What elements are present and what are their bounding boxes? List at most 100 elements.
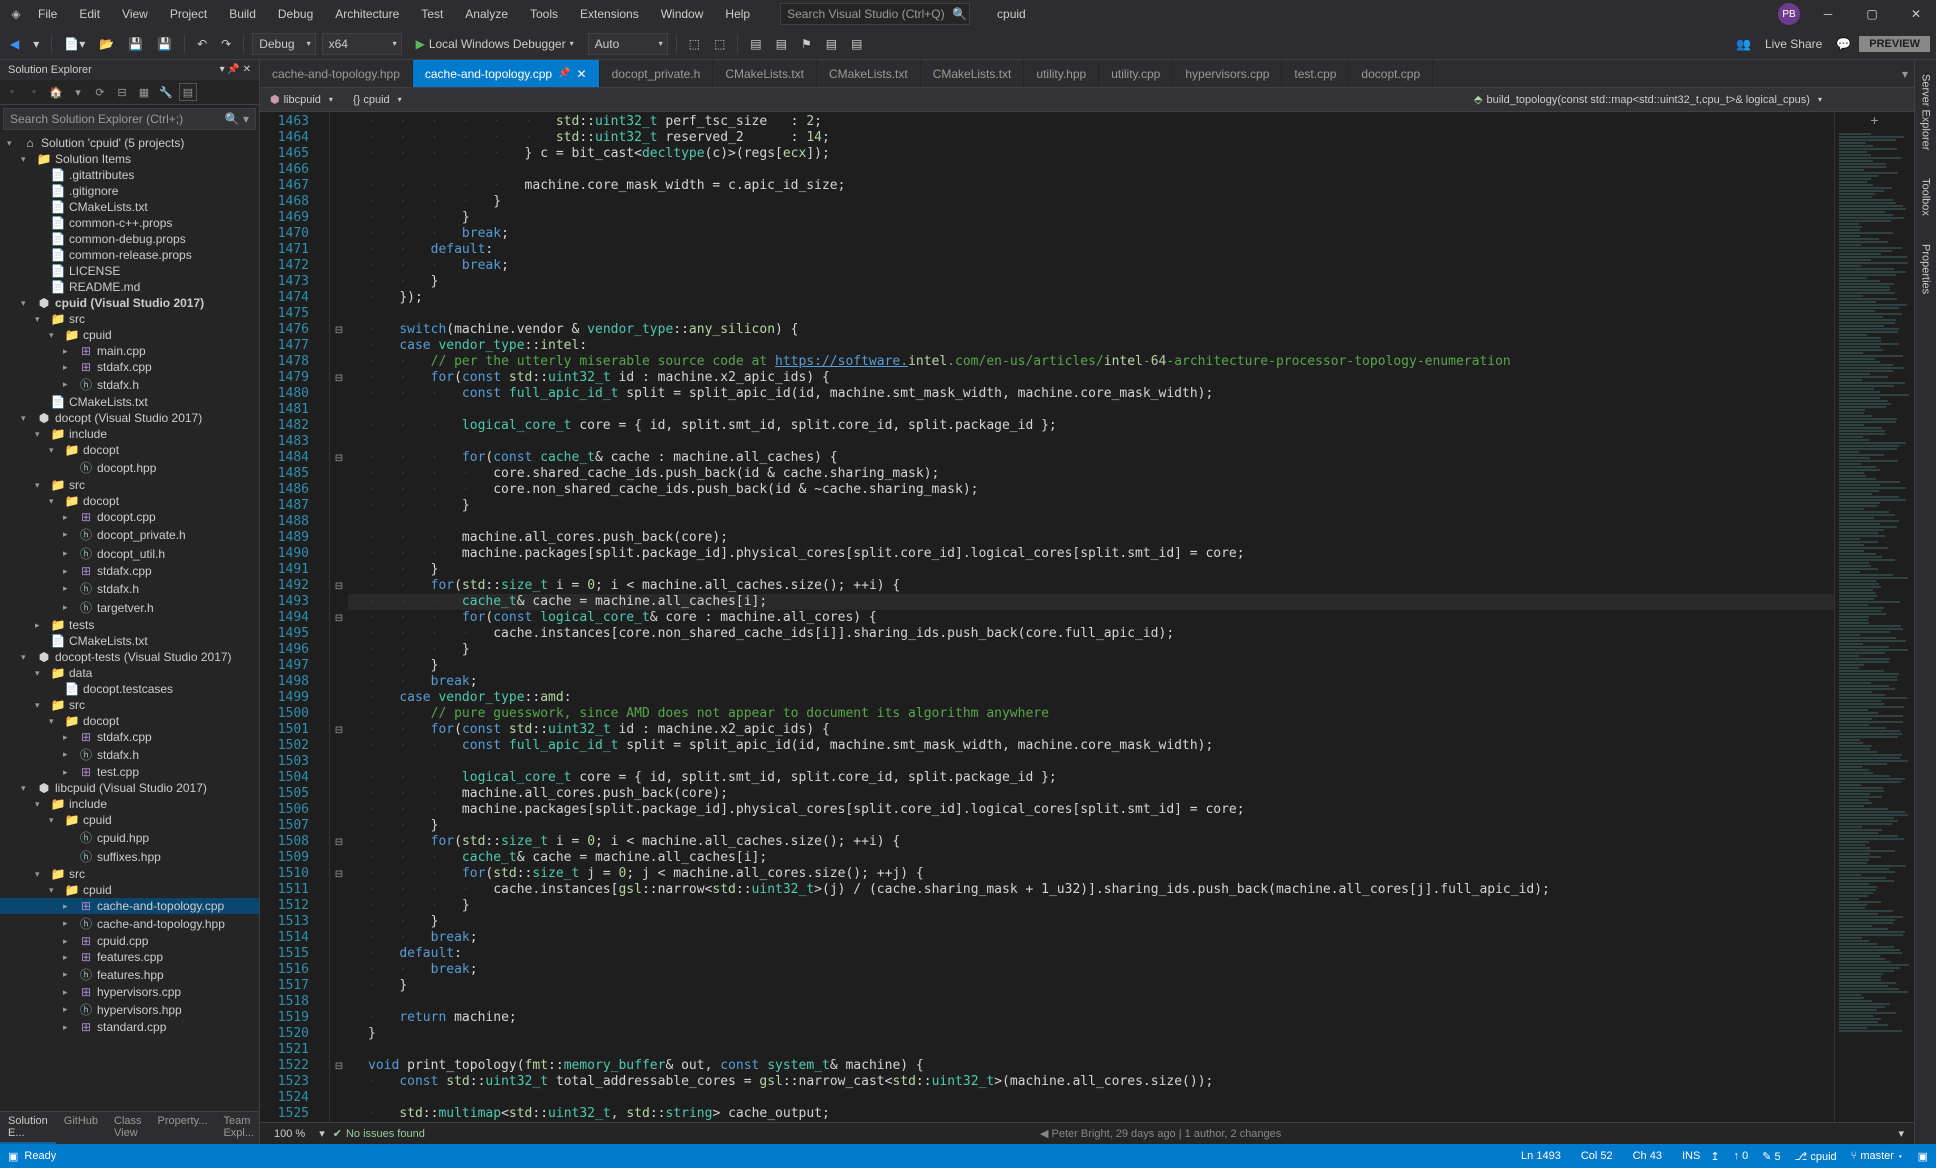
pin-icon[interactable]: ▾ 📌 ✕ — [220, 64, 251, 76]
menu-tools[interactable]: Tools — [520, 3, 568, 25]
tree-item[interactable]: 📄.gitattributes — [0, 167, 259, 183]
tree-item[interactable]: ▸📁tests — [0, 617, 259, 633]
undo-button[interactable]: ↶ — [193, 35, 211, 53]
tree-item[interactable]: 📄common-c++.props — [0, 215, 259, 231]
editor-tab[interactable]: CMakeLists.txt — [921, 60, 1025, 87]
tb-icon-7[interactable]: ▤ — [847, 35, 866, 53]
editor-tab[interactable]: docopt.cpp — [1349, 60, 1433, 87]
tree-item[interactable]: ▾📁docopt — [0, 493, 259, 509]
nav-project[interactable]: ⬢libcpuid — [260, 93, 343, 106]
menu-extensions[interactable]: Extensions — [570, 3, 649, 25]
editor-tab[interactable]: CMakeLists.txt — [713, 60, 817, 87]
solution-tree[interactable]: ▾⌂Solution 'cpuid' (5 projects)▾📁Solutio… — [0, 133, 259, 1111]
tree-item[interactable]: ▸ⓗstdafx.h — [0, 745, 259, 764]
issues-status[interactable]: ✔ No issues found — [333, 1127, 425, 1140]
ins-indicator[interactable]: INS — [1682, 1150, 1700, 1162]
git-changes[interactable]: ✎ 5 — [1762, 1150, 1780, 1163]
tree-item[interactable]: ▸⊞cache-and-topology.cpp — [0, 898, 259, 914]
tree-item[interactable]: 📄CMakeLists.txt — [0, 394, 259, 410]
se-home-icon[interactable]: 🏠 — [47, 83, 65, 101]
zoom-level[interactable]: 100 % — [268, 1128, 311, 1140]
nav-member[interactable]: ⬘build_topology(const std::map<std::uint… — [1464, 93, 1914, 106]
tree-item[interactable]: ▾📁include — [0, 796, 259, 812]
tree-item[interactable]: ▾📁src — [0, 311, 259, 327]
se-preview-icon[interactable]: ▤ — [179, 83, 197, 101]
menu-window[interactable]: Window — [651, 3, 714, 25]
maximize-button[interactable]: ▢ — [1856, 2, 1888, 26]
tree-item[interactable]: ▸⊞standard.cpp — [0, 1019, 259, 1035]
tree-item[interactable]: ▸⊞stdafx.cpp — [0, 563, 259, 579]
editor-tab[interactable]: CMakeLists.txt — [817, 60, 921, 87]
se-tab[interactable]: Class View — [106, 1112, 150, 1144]
tree-item[interactable]: ▸ⓗdocopt_private.h — [0, 525, 259, 544]
line-indicator[interactable]: Ln 1493 — [1521, 1150, 1561, 1162]
platform-dropdown[interactable]: x64 — [322, 33, 402, 55]
new-button[interactable]: 📄▾ — [60, 35, 89, 53]
menu-edit[interactable]: Edit — [69, 3, 110, 25]
col-indicator[interactable]: Col 52 — [1581, 1150, 1613, 1162]
tree-item[interactable]: ▸ⓗdocopt_util.h — [0, 544, 259, 563]
add-icon[interactable]: + — [1835, 112, 1914, 128]
menu-view[interactable]: View — [112, 3, 158, 25]
tree-item[interactable]: ▾⬢docopt (Visual Studio 2017) — [0, 410, 259, 426]
tree-item[interactable]: ▸ⓗhypervisors.hpp — [0, 1000, 259, 1019]
tree-item[interactable]: ▸⊞main.cpp — [0, 343, 259, 359]
tree-item[interactable]: ▾📁cpuid — [0, 882, 259, 898]
editor-tab[interactable]: docopt_private.h — [600, 60, 714, 87]
menu-build[interactable]: Build — [219, 3, 266, 25]
tree-item[interactable]: ▸⊞hypervisors.cpp — [0, 984, 259, 1000]
tree-item[interactable]: ▸⊞stdafx.cpp — [0, 729, 259, 745]
tree-item[interactable]: ▸ⓗfeatures.hpp — [0, 965, 259, 984]
tree-item[interactable]: ▾⬢docopt-tests (Visual Studio 2017) — [0, 649, 259, 665]
tree-item[interactable]: 📄CMakeLists.txt — [0, 633, 259, 649]
tree-item[interactable]: 📄.gitignore — [0, 183, 259, 199]
tree-item[interactable]: ▸⊞stdafx.cpp — [0, 359, 259, 375]
tree-item[interactable]: ▸ⓗcache-and-topology.hpp — [0, 914, 259, 933]
tree-item[interactable]: ▸ⓗstdafx.h — [0, 579, 259, 598]
editor-tab[interactable]: test.cpp — [1282, 60, 1349, 87]
editor-tab[interactable]: utility.cpp — [1099, 60, 1173, 87]
tb-icon-2[interactable]: ⬚ — [710, 35, 729, 53]
minimap[interactable]: + — [1834, 112, 1914, 1122]
scroll-caret-icon[interactable]: ▾ — [1888, 1127, 1914, 1140]
tree-item[interactable]: 📄common-debug.props — [0, 231, 259, 247]
menu-architecture[interactable]: Architecture — [325, 3, 409, 25]
tree-item[interactable]: ▾📁src — [0, 866, 259, 882]
se-tab[interactable]: Solution E... — [0, 1112, 56, 1144]
tree-item[interactable]: ▸⊞cpuid.cpp — [0, 933, 259, 949]
tree-item[interactable]: 📄CMakeLists.txt — [0, 199, 259, 215]
code-editor[interactable]: 1463146414651466146714681469147014711472… — [260, 112, 1914, 1122]
open-button[interactable]: 📂 — [95, 35, 118, 53]
se-showall-icon[interactable]: ▦ — [135, 83, 153, 101]
tree-item[interactable]: ▸⊞test.cpp — [0, 764, 259, 780]
tree-item[interactable]: ▾📁src — [0, 697, 259, 713]
se-collapse-icon[interactable]: ⊟ — [113, 83, 131, 101]
run-debugger-button[interactable]: ▶ Local Windows Debugger ▾ — [408, 35, 582, 53]
se-search-input[interactable]: Search Solution Explorer (Ctrl+;) 🔍 ▾ — [3, 108, 256, 130]
live-share-button[interactable]: Live Share — [1759, 35, 1828, 53]
save-all-button[interactable]: 💾 — [153, 35, 176, 53]
editor-tab[interactable]: utility.hpp — [1024, 60, 1099, 87]
menu-file[interactable]: File — [28, 3, 67, 25]
config-dropdown[interactable]: Debug — [252, 33, 315, 55]
tree-item[interactable]: 📄docopt.testcases — [0, 681, 259, 697]
tree-item[interactable]: ▾📁docopt — [0, 442, 259, 458]
tree-item[interactable]: ▾⌂Solution 'cpuid' (5 projects) — [0, 135, 259, 151]
editor-tab[interactable]: cache-and-topology.cpp📌✕ — [413, 60, 600, 87]
tree-item[interactable]: ▾⬢libcpuid (Visual Studio 2017) — [0, 780, 259, 796]
nav-scope[interactable]: {} cpuid — [343, 94, 743, 106]
forward-button[interactable]: ▾ — [29, 35, 43, 53]
editor-tab[interactable]: hypervisors.cpp — [1173, 60, 1282, 87]
se-tab[interactable]: GitHub — [56, 1112, 106, 1144]
editor-tab[interactable]: cache-and-topology.hpp — [260, 60, 413, 87]
redo-button[interactable]: ↷ — [217, 35, 235, 53]
se-sync-icon[interactable]: ▾ — [69, 83, 87, 101]
se-tab[interactable]: Team Expl... — [215, 1112, 262, 1144]
se-tab[interactable]: Property... — [150, 1112, 216, 1144]
tree-item[interactable]: ⓗdocopt.hpp — [0, 458, 259, 477]
tree-item[interactable]: ▾📁data — [0, 665, 259, 681]
tree-item[interactable]: 📄common-release.props — [0, 247, 259, 263]
tb-icon-6[interactable]: ▤ — [822, 35, 841, 53]
se-back-icon[interactable]: ◦ — [3, 83, 21, 101]
tb-icon-5[interactable]: ⚑ — [797, 35, 816, 53]
